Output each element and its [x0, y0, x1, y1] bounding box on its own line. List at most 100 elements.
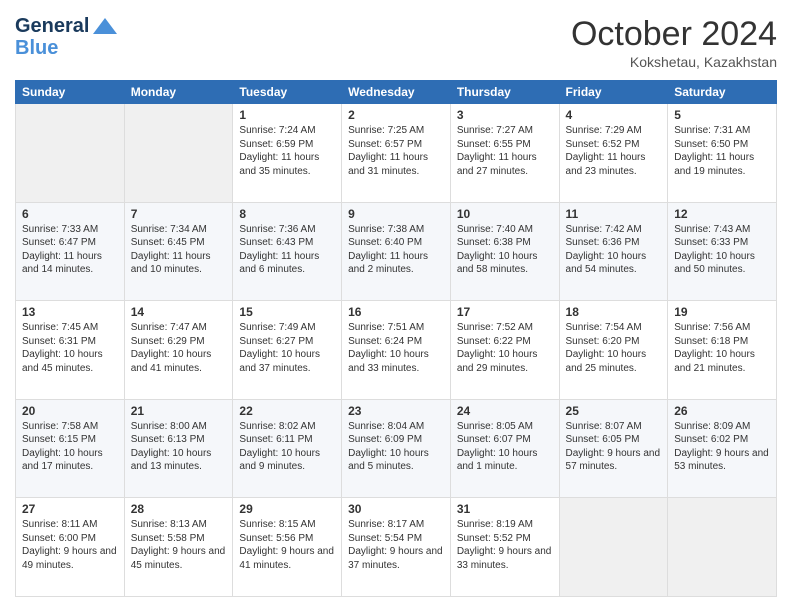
calendar-week-row: 1 Sunrise: 7:24 AM Sunset: 6:59 PM Daylig… [16, 104, 777, 203]
calendar-cell: 27 Sunrise: 8:11 AM Sunset: 6:00 PM Dayli… [16, 498, 125, 597]
calendar-week-row: 13 Sunrise: 7:45 AM Sunset: 6:31 PM Dayli… [16, 301, 777, 400]
day-info: Sunrise: 8:19 AM Sunset: 5:52 PM Dayligh… [457, 518, 553, 572]
month-title: October 2024 [571, 15, 777, 54]
calendar-cell: 18 Sunrise: 7:54 AM Sunset: 6:20 PM Dayli… [559, 301, 668, 400]
day-info: Sunrise: 8:13 AM Sunset: 5:58 PM Dayligh… [131, 518, 227, 572]
day-info: Sunrise: 7:29 AM Sunset: 6:52 PM Dayligh… [566, 124, 662, 178]
calendar-cell: 19Sunrise: 7:56 AM Sunset: 6:18 PM Dayli… [668, 301, 777, 400]
logo-text: General [15, 15, 119, 38]
calendar-table: SundayMondayTuesdayWednesdayThursdayFrid… [15, 80, 777, 597]
day-info: Sunrise: 7:58 AM Sunset: 6:15 PM Dayligh… [22, 420, 118, 474]
day-info: Sunrise: 7:24 AM Sunset: 6:59 PM Dayligh… [239, 124, 335, 178]
calendar-cell: 20 Sunrise: 7:58 AM Sunset: 6:15 PM Dayli… [16, 399, 125, 498]
logo-icon [91, 16, 119, 38]
calendar-cell: 23 Sunrise: 8:04 AM Sunset: 6:09 PM Dayli… [342, 399, 451, 498]
day-number: 26 [674, 404, 770, 418]
day-number: 6 [22, 207, 118, 221]
day-number: 24 [457, 404, 553, 418]
day-info: Sunrise: 7:34 AM Sunset: 6:45 PM Dayligh… [131, 223, 227, 277]
day-number: 2 [348, 108, 444, 122]
day-info: Sunrise: 7:54 AM Sunset: 6:20 PM Dayligh… [566, 321, 662, 375]
calendar-cell: 29 Sunrise: 8:15 AM Sunset: 5:56 PM Dayli… [233, 498, 342, 597]
calendar-cell: 1 Sunrise: 7:24 AM Sunset: 6:59 PM Daylig… [233, 104, 342, 203]
day-number: 20 [22, 404, 118, 418]
day-number: 1 [239, 108, 335, 122]
day-number: 13 [22, 305, 118, 319]
day-info: Sunrise: 8:11 AM Sunset: 6:00 PM Dayligh… [22, 518, 118, 572]
day-number: 23 [348, 404, 444, 418]
weekday-header: Wednesday [342, 81, 451, 104]
logo: General Blue [15, 15, 119, 58]
calendar-cell: 21Sunrise: 8:00 AM Sunset: 6:13 PM Dayli… [124, 399, 233, 498]
day-number: 21 [131, 404, 227, 418]
calendar-cell: 22Sunrise: 8:02 AM Sunset: 6:11 PM Dayli… [233, 399, 342, 498]
calendar-week-row: 27 Sunrise: 8:11 AM Sunset: 6:00 PM Dayli… [16, 498, 777, 597]
day-info: Sunrise: 7:33 AM Sunset: 6:47 PM Dayligh… [22, 223, 118, 277]
day-number: 25 [566, 404, 662, 418]
day-number: 15 [239, 305, 335, 319]
day-info: Sunrise: 7:31 AM Sunset: 6:50 PM Dayligh… [674, 124, 770, 178]
calendar-cell [559, 498, 668, 597]
calendar-cell: 5 Sunrise: 7:31 AM Sunset: 6:50 PM Daylig… [668, 104, 777, 203]
day-number: 5 [674, 108, 770, 122]
day-number: 14 [131, 305, 227, 319]
day-info: Sunrise: 8:15 AM Sunset: 5:56 PM Dayligh… [239, 518, 335, 572]
day-number: 9 [348, 207, 444, 221]
day-number: 16 [348, 305, 444, 319]
logo-blue: Blue [15, 38, 119, 58]
calendar-cell: 26 Sunrise: 8:09 AM Sunset: 6:02 PM Dayli… [668, 399, 777, 498]
weekday-header: Tuesday [233, 81, 342, 104]
day-info: Sunrise: 8:17 AM Sunset: 5:54 PM Dayligh… [348, 518, 444, 572]
day-number: 29 [239, 502, 335, 516]
weekday-header: Monday [124, 81, 233, 104]
day-number: 18 [566, 305, 662, 319]
calendar-cell: 9 Sunrise: 7:38 AM Sunset: 6:40 PM Daylig… [342, 202, 451, 301]
page-header: General Blue October 2024 Kokshetau, Kaz… [15, 15, 777, 70]
day-info: Sunrise: 8:07 AM Sunset: 6:05 PM Dayligh… [566, 420, 662, 474]
calendar-cell: 8Sunrise: 7:36 AM Sunset: 6:43 PM Daylig… [233, 202, 342, 301]
day-number: 12 [674, 207, 770, 221]
weekday-header: Thursday [450, 81, 559, 104]
weekday-header: Saturday [668, 81, 777, 104]
calendar-cell: 3 Sunrise: 7:27 AM Sunset: 6:55 PM Daylig… [450, 104, 559, 203]
day-info: Sunrise: 7:47 AM Sunset: 6:29 PM Dayligh… [131, 321, 227, 375]
day-number: 19 [674, 305, 770, 319]
calendar-cell: 28 Sunrise: 8:13 AM Sunset: 5:58 PM Dayli… [124, 498, 233, 597]
calendar-cell: 15 Sunrise: 7:49 AM Sunset: 6:27 PM Dayli… [233, 301, 342, 400]
day-number: 3 [457, 108, 553, 122]
day-info: Sunrise: 7:27 AM Sunset: 6:55 PM Dayligh… [457, 124, 553, 178]
calendar-cell [668, 498, 777, 597]
weekday-header: Friday [559, 81, 668, 104]
day-info: Sunrise: 7:51 AM Sunset: 6:24 PM Dayligh… [348, 321, 444, 375]
day-info: Sunrise: 7:52 AM Sunset: 6:22 PM Dayligh… [457, 321, 553, 375]
day-info: Sunrise: 8:04 AM Sunset: 6:09 PM Dayligh… [348, 420, 444, 474]
calendar-cell: 10 Sunrise: 7:40 AM Sunset: 6:38 PM Dayli… [450, 202, 559, 301]
day-info: Sunrise: 7:40 AM Sunset: 6:38 PM Dayligh… [457, 223, 553, 277]
day-info: Sunrise: 7:38 AM Sunset: 6:40 PM Dayligh… [348, 223, 444, 277]
day-number: 27 [22, 502, 118, 516]
day-info: Sunrise: 8:02 AM Sunset: 6:11 PM Dayligh… [239, 420, 335, 474]
day-number: 10 [457, 207, 553, 221]
calendar-cell: 2 Sunrise: 7:25 AM Sunset: 6:57 PM Daylig… [342, 104, 451, 203]
calendar-cell: 6 Sunrise: 7:33 AM Sunset: 6:47 PM Daylig… [16, 202, 125, 301]
day-number: 4 [566, 108, 662, 122]
calendar-cell: 17 Sunrise: 7:52 AM Sunset: 6:22 PM Dayli… [450, 301, 559, 400]
calendar-cell: 25 Sunrise: 8:07 AM Sunset: 6:05 PM Dayli… [559, 399, 668, 498]
day-number: 30 [348, 502, 444, 516]
day-number: 31 [457, 502, 553, 516]
day-info: Sunrise: 7:25 AM Sunset: 6:57 PM Dayligh… [348, 124, 444, 178]
day-info: Sunrise: 7:49 AM Sunset: 6:27 PM Dayligh… [239, 321, 335, 375]
day-number: 28 [131, 502, 227, 516]
day-info: Sunrise: 7:43 AM Sunset: 6:33 PM Dayligh… [674, 223, 770, 277]
calendar-cell: 24Sunrise: 8:05 AM Sunset: 6:07 PM Dayli… [450, 399, 559, 498]
calendar-cell: 12 Sunrise: 7:43 AM Sunset: 6:33 PM Dayli… [668, 202, 777, 301]
day-number: 8 [239, 207, 335, 221]
weekday-header: Sunday [16, 81, 125, 104]
calendar-cell: 7Sunrise: 7:34 AM Sunset: 6:45 PM Daylig… [124, 202, 233, 301]
day-info: Sunrise: 7:42 AM Sunset: 6:36 PM Dayligh… [566, 223, 662, 277]
day-info: Sunrise: 7:45 AM Sunset: 6:31 PM Dayligh… [22, 321, 118, 375]
day-number: 17 [457, 305, 553, 319]
day-number: 11 [566, 207, 662, 221]
calendar-cell: 16 Sunrise: 7:51 AM Sunset: 6:24 PM Dayli… [342, 301, 451, 400]
day-info: Sunrise: 8:09 AM Sunset: 6:02 PM Dayligh… [674, 420, 770, 474]
